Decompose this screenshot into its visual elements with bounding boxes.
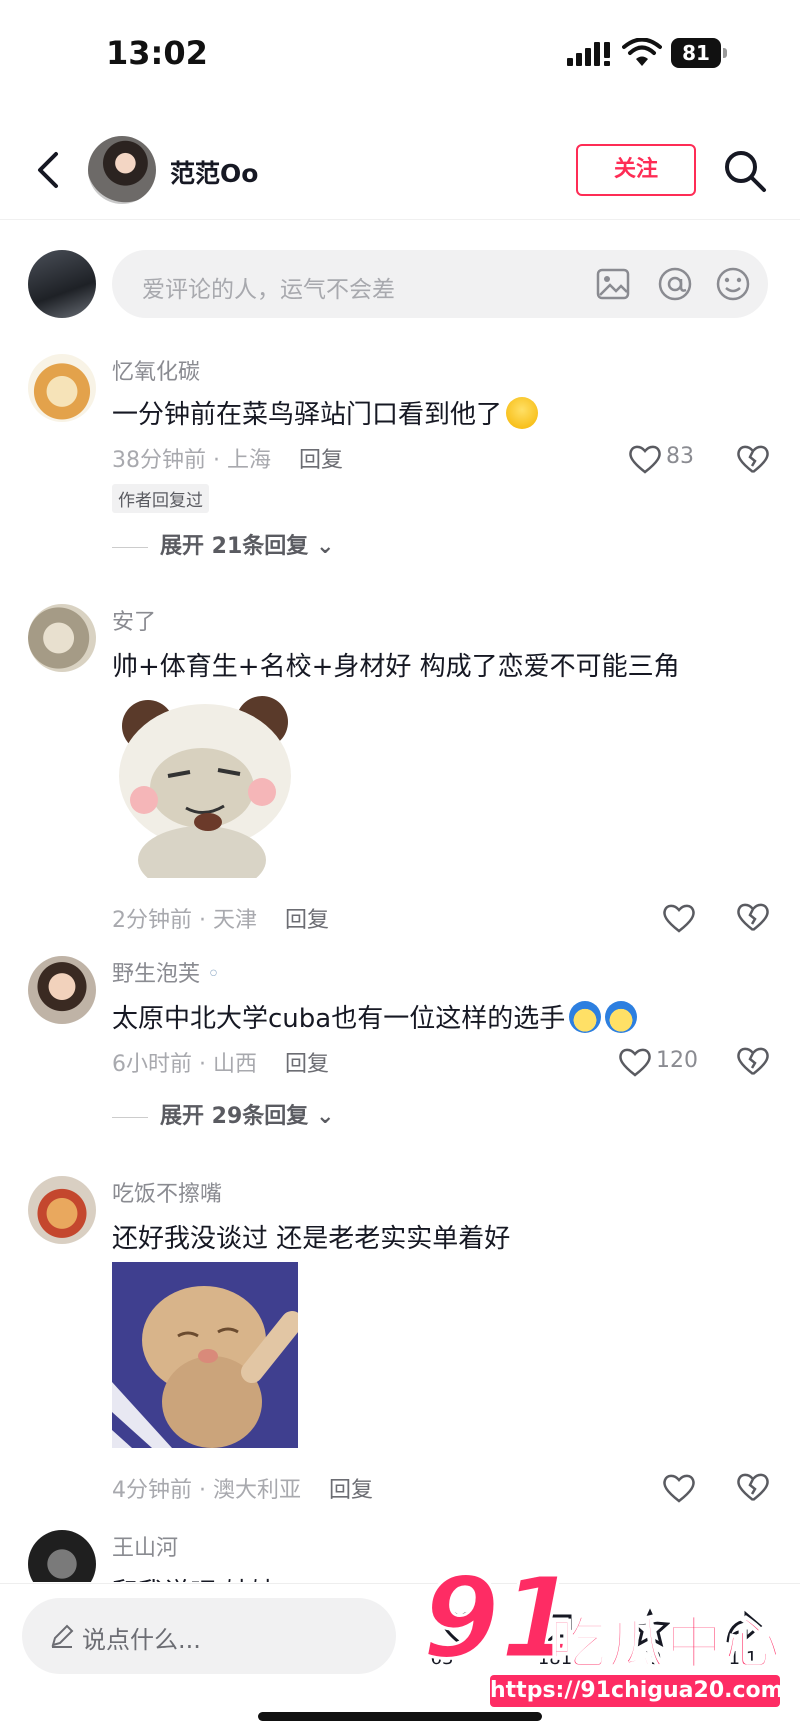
comment-username[interactable]: 忆氧化碳 xyxy=(112,354,200,386)
comment-meta: 2分钟前 · 天津 回复 xyxy=(112,908,329,933)
say-something-input[interactable]: 说点什么... xyxy=(22,1598,396,1674)
avatar[interactable] xyxy=(28,604,96,672)
battery-level: 81 xyxy=(671,38,721,68)
image-icon[interactable] xyxy=(594,265,632,303)
broken-heart-icon[interactable] xyxy=(736,900,770,934)
cat-sticker-image xyxy=(112,1262,298,1448)
avatar[interactable] xyxy=(28,354,96,422)
wifi-icon xyxy=(622,38,662,66)
chevron-down-icon: ⌄ xyxy=(308,1104,335,1129)
comment-input[interactable]: 爱评论的人，运气不会差 xyxy=(112,250,768,318)
follow-button[interactable]: 关注 xyxy=(576,144,696,196)
grin-emoji-icon xyxy=(506,397,539,429)
battery-icon: 81 xyxy=(671,38,727,68)
profile-header: 范范Oo 关注 xyxy=(0,122,800,220)
expand-replies-button[interactable]: 展开 29条回复 ⌄ xyxy=(112,1098,334,1130)
heart-icon[interactable] xyxy=(662,1472,696,1504)
search-icon[interactable] xyxy=(722,148,768,194)
home-indicator xyxy=(258,1712,542,1721)
comment-username[interactable]: 王山河 xyxy=(112,1530,178,1562)
bear-sticker-image xyxy=(112,692,298,878)
emoji-icon[interactable] xyxy=(714,265,752,303)
comment-username[interactable]: 野生泡芙 ◦ xyxy=(112,956,220,988)
heart-icon[interactable] xyxy=(662,902,696,934)
pencil-icon xyxy=(51,1624,74,1648)
chevron-down-icon: ⌄ xyxy=(308,534,335,559)
sticker-image[interactable] xyxy=(112,692,298,878)
comment-meta: 38分钟前 · 上海 回复 xyxy=(112,448,343,473)
reply-button[interactable]: 回复 xyxy=(329,1478,373,1503)
avatar[interactable] xyxy=(28,1530,96,1582)
heart-icon[interactable] xyxy=(618,1046,652,1078)
bubble-icon: ◦ xyxy=(200,962,220,987)
heart-icon[interactable] xyxy=(628,443,662,475)
expand-replies-button[interactable]: 展开 21条回复 ⌄ xyxy=(112,528,334,560)
broken-heart-icon[interactable] xyxy=(736,1044,770,1078)
comment-username[interactable]: 安了 xyxy=(112,604,156,636)
status-time: 13:02 xyxy=(106,34,208,72)
comment-text[interactable]: 帅+体育生+名校+身材好 构成了恋爱不可能三角 xyxy=(112,646,680,683)
profile-username[interactable]: 范范Oo xyxy=(170,154,258,190)
comment-text[interactable]: 和我说吧 妹妹 xyxy=(112,1572,276,1582)
like-count: 120 xyxy=(656,1048,698,1073)
reply-button[interactable]: 回复 xyxy=(285,908,329,933)
watermark-name: 吃瓜中心 xyxy=(549,1611,782,1678)
broken-heart-icon[interactable] xyxy=(736,1470,770,1504)
comment-text[interactable]: 还好我没谈过 还是老老实实单着好 xyxy=(112,1218,510,1255)
comment-username[interactable]: 吃饭不擦嘴 xyxy=(112,1176,222,1208)
reply-button[interactable]: 回复 xyxy=(285,1052,329,1077)
avatar[interactable] xyxy=(28,1176,96,1244)
broken-heart-icon[interactable] xyxy=(736,442,770,476)
avatar[interactable] xyxy=(28,956,96,1024)
mention-icon[interactable] xyxy=(656,265,694,303)
sticker-image[interactable] xyxy=(112,1262,298,1448)
comment-input-placeholder: 爱评论的人，运气不会差 xyxy=(142,277,395,303)
say-something-placeholder: 说点什么... xyxy=(82,1626,201,1654)
reply-button[interactable]: 回复 xyxy=(299,448,343,473)
avatar[interactable] xyxy=(88,136,156,204)
nervous-emoji-icon xyxy=(605,1001,638,1033)
back-arrow-icon[interactable] xyxy=(30,146,70,194)
comment-text[interactable]: 一分钟前在菜鸟驿站门口看到他了 xyxy=(112,394,539,431)
comment-meta: 6小时前 · 山西 回复 xyxy=(112,1052,329,1077)
watermark-url: https://91chigua20.com xyxy=(490,1675,784,1707)
author-replied-badge: 作者回复过 xyxy=(112,484,209,513)
my-avatar xyxy=(28,250,96,318)
watermark-logo: 91 吃瓜中心 https://91chigua20.com xyxy=(421,1562,786,1713)
nervous-emoji-icon xyxy=(569,1001,602,1033)
comment-text[interactable]: 太原中北大学cuba也有一位这样的选手 xyxy=(112,998,638,1035)
like-count: 83 xyxy=(666,444,694,469)
comment-meta: 4分钟前 · 澳大利亚 回复 xyxy=(112,1478,373,1503)
status-bar: 13:02 81 xyxy=(0,0,800,110)
cellular-signal-icon xyxy=(567,42,610,66)
